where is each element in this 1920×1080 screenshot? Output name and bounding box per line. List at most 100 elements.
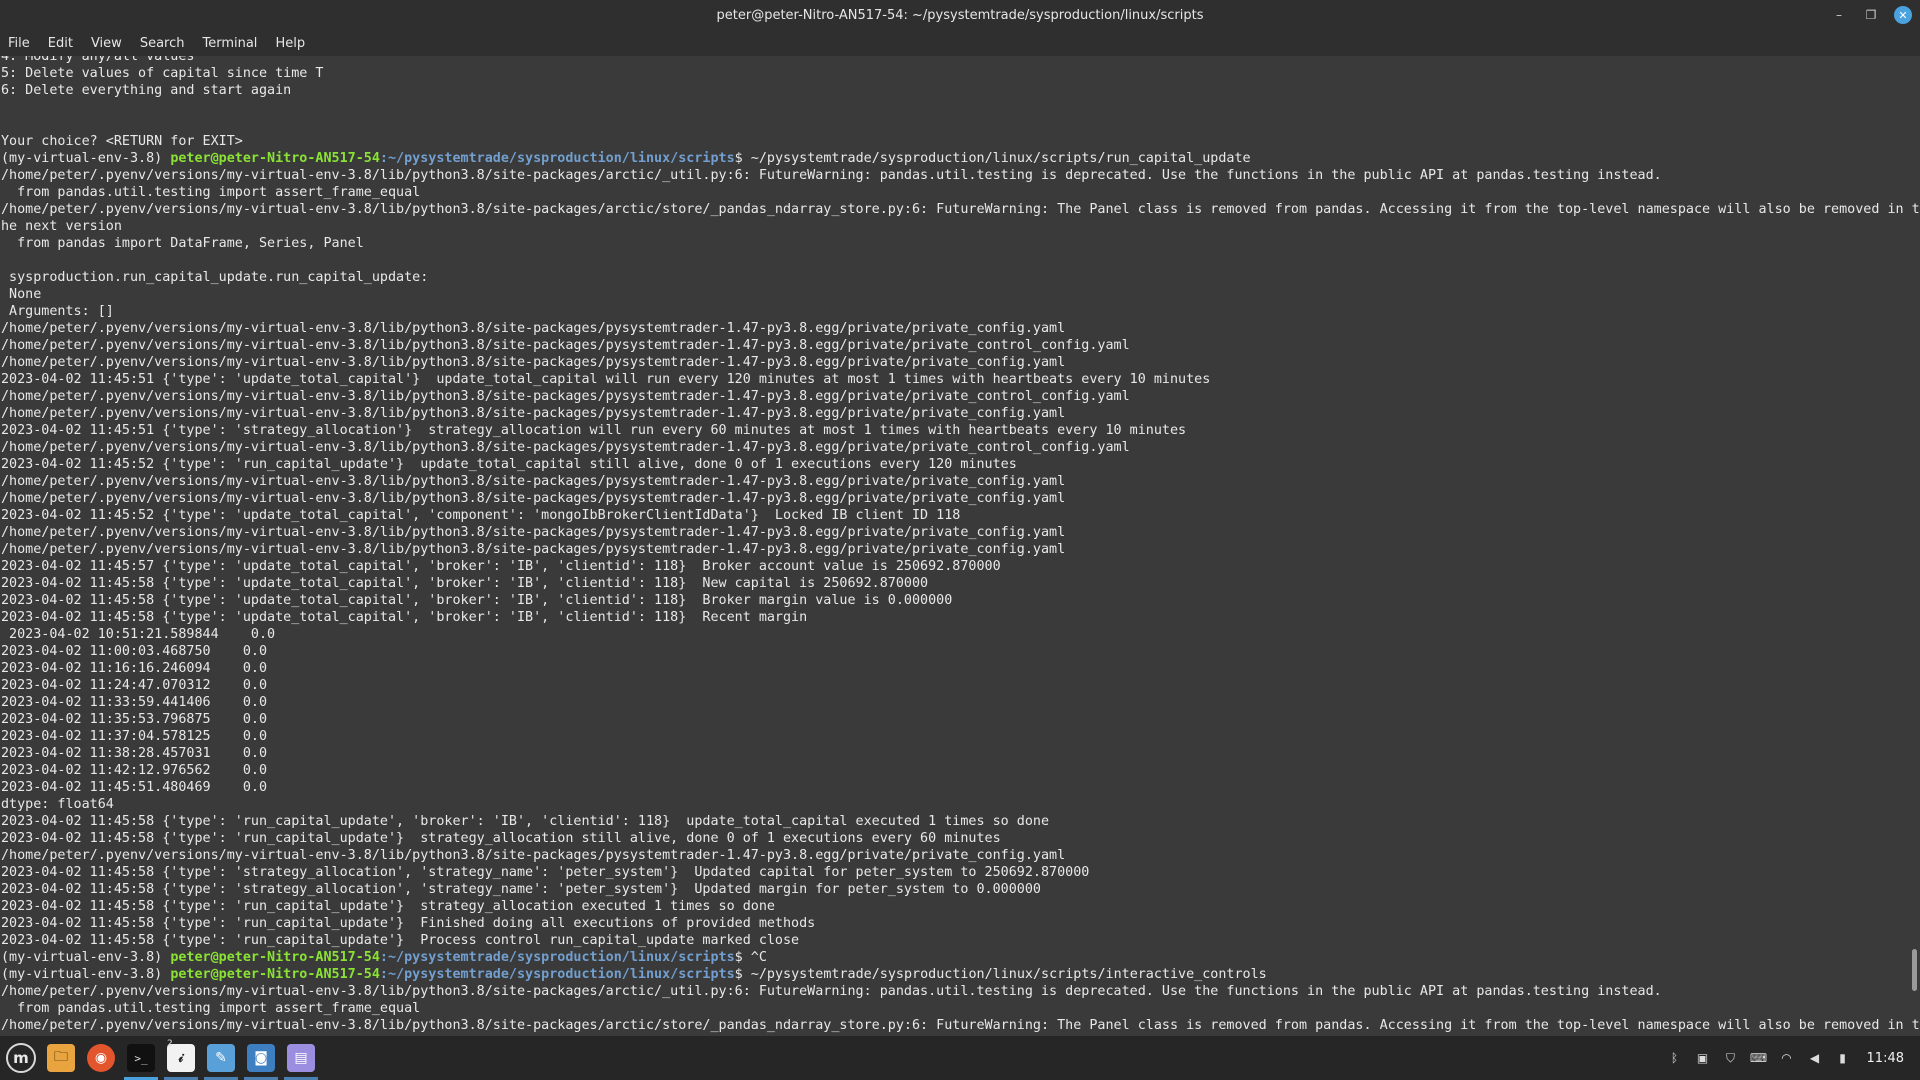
menu-view[interactable]: View [91, 36, 122, 51]
prompt-userhost: peter@peter-Nitro-AN517-54 [170, 151, 380, 166]
output-line: he next version [1, 219, 122, 234]
output-line: /home/peter/.pyenv/versions/my-virtual-e… [1, 525, 1066, 540]
prompt-dollar: $ [734, 151, 751, 166]
output-line: 4: Modify any/all values [1, 56, 195, 64]
minimize-icon[interactable]: – [1830, 6, 1848, 24]
taskbar-app-files[interactable]: 🗀 [42, 1036, 80, 1080]
output-line: dtype: float64 [1, 797, 114, 812]
output-line: /home/peter/.pyenv/versions/my-virtual-e… [1, 389, 1130, 404]
menu-search[interactable]: Search [140, 36, 185, 51]
taskbar-app-text-editor[interactable]: ✎ [202, 1036, 240, 1080]
wifi-icon[interactable]: ◠ [1779, 1050, 1795, 1066]
output-line: 2023-04-02 11:16:16.246094 0.0 [1, 661, 268, 676]
prompt-path: :~/pysystemtrade/sysproduction/linux/scr… [379, 151, 735, 166]
clipboard-icon[interactable]: ▣ [1695, 1050, 1711, 1066]
window-title: peter@peter-Nitro-AN517-54: ~/pysystemtr… [716, 7, 1204, 23]
output-line: /home/peter/.pyenv/versions/my-virtual-e… [1, 474, 1066, 489]
output-line: 2023-04-02 11:37:04.578125 0.0 [1, 729, 268, 744]
output-line: /home/peter/.pyenv/versions/my-virtual-e… [1, 1018, 1920, 1033]
output-line: 2023-04-02 11:24:47.070312 0.0 [1, 678, 268, 693]
output-line: from pandas.util.testing import assert_f… [1, 185, 421, 200]
command-text: ~/pysystemtrade/sysproduction/linux/scri… [750, 967, 1267, 982]
title-bar[interactable]: peter@peter-Nitro-AN517-54: ~/pysystemtr… [0, 0, 1920, 30]
keyboard-icon[interactable]: ⌨ [1750, 1050, 1767, 1066]
terminal-lines: 4: Modify any/all values 5: Delete values… [0, 56, 1920, 1034]
prompt-line: (my-virtual-env-3.8) peter@peter-Nitro-A… [1, 966, 1920, 983]
close-icon[interactable]: ✕ [1894, 6, 1912, 24]
output-line: /home/peter/.pyenv/versions/my-virtual-e… [1, 338, 1130, 353]
output-line: 2023-04-02 11:45:58 {'type': 'run_capita… [1, 831, 1001, 846]
output-line: 2023-04-02 11:35:53.796875 0.0 [1, 712, 268, 727]
battery-icon[interactable]: ▮ [1835, 1050, 1851, 1066]
prompt-userhost: peter@peter-Nitro-AN517-54 [170, 950, 380, 965]
window-count-badge: 2 [167, 1039, 173, 1049]
output-line: 2023-04-02 11:45:58 {'type': 'run_capita… [1, 916, 816, 931]
output-line: /home/peter/.pyenv/versions/my-virtual-e… [1, 355, 1066, 370]
output-line: 2023-04-02 11:45:51 {'type': 'update_tot… [1, 372, 1211, 387]
output-line: /home/peter/.pyenv/versions/my-virtual-e… [1, 984, 1662, 999]
files-icon: 🗀 [47, 1044, 75, 1072]
volume-icon[interactable]: ◀ [1807, 1050, 1823, 1066]
output-line: from pandas import DataFrame, Series, Pa… [1, 236, 364, 251]
menu-bar: File Edit View Search Terminal Help [0, 30, 1920, 56]
output-line: 2023-04-02 11:45:51.480469 0.0 [1, 780, 268, 795]
menu-terminal[interactable]: Terminal [202, 36, 257, 51]
maximize-icon[interactable]: ❐ [1862, 6, 1880, 24]
output-line: 2023-04-02 11:45:58 {'type': 'run_capita… [1, 899, 775, 914]
bluetooth-icon[interactable]: ᛒ [1667, 1050, 1683, 1066]
taskbar-app-firefox[interactable]: ◉ [82, 1036, 120, 1080]
taskbar-app-terminal[interactable]: >_ [122, 1036, 160, 1080]
prompt-env: (my-virtual-env-3.8) [1, 950, 171, 965]
prompt-env: (my-virtual-env-3.8) [1, 151, 171, 166]
main-menu-button[interactable]: m [2, 1036, 40, 1080]
output-line: 2023-04-02 11:45:58 {'type': 'update_tot… [1, 593, 953, 608]
firefox-icon: ◉ [87, 1044, 115, 1072]
output-line: sysproduction.run_capital_update.run_cap… [1, 270, 429, 285]
output-line: /home/peter/.pyenv/versions/my-virtual-e… [1, 491, 1066, 506]
menu-file[interactable]: File [8, 36, 30, 51]
prompt-line: (my-virtual-env-3.8) peter@peter-Nitro-A… [1, 949, 1920, 966]
scrollbar-thumb[interactable] [1912, 949, 1917, 991]
output-line: 2023-04-02 11:45:51 {'type': 'strategy_a… [1, 423, 1187, 438]
terminal-icon: >_ [127, 1044, 155, 1072]
output-line: 2023-04-02 11:00:03.468750 0.0 [1, 644, 268, 659]
output-line: 2023-04-02 11:45:58 {'type': 'strategy_a… [1, 882, 1041, 897]
output-line: 2023-04-02 11:45:52 {'type': 'update_tot… [1, 508, 961, 523]
output-line: /home/peter/.pyenv/versions/my-virtual-e… [1, 406, 1066, 421]
menu-help[interactable]: Help [275, 36, 305, 51]
output-line: /home/peter/.pyenv/versions/my-virtual-e… [1, 542, 1066, 557]
terminal-output[interactable]: 4: Modify any/all values 5: Delete values… [0, 56, 1920, 1036]
taskbar-app-notes[interactable]: ▤ [282, 1036, 320, 1080]
taskbar: m 🗀 ◉ >_ 2 𝒾 ✎ ◙ ▤ [0, 1036, 1920, 1080]
mint-menu-icon: m [6, 1043, 36, 1073]
prompt-userhost: peter@peter-Nitro-AN517-54 [170, 967, 380, 982]
prompt-path: :~/pysystemtrade/sysproduction/linux/scr… [379, 950, 735, 965]
output-line: 2023-04-02 11:45:58 {'type': 'update_tot… [1, 610, 808, 625]
taskbar-app-screenshot[interactable]: ◙ [242, 1036, 280, 1080]
output-line: 2023-04-02 11:45:57 {'type': 'update_tot… [1, 559, 1001, 574]
output-line: /home/peter/.pyenv/versions/my-virtual-e… [1, 440, 1130, 455]
output-line: 2023-04-02 11:45:52 {'type': 'run_capita… [1, 457, 1017, 472]
shield-icon[interactable]: ⛉ [1723, 1050, 1739, 1066]
window-controls: – ❐ ✕ [1830, 0, 1912, 30]
output-line: /home/peter/.pyenv/versions/my-virtual-e… [1, 202, 1920, 217]
prompt-dollar: $ [734, 967, 751, 982]
taskbar-launchers: m 🗀 ◉ >_ 2 𝒾 ✎ ◙ ▤ [0, 1036, 320, 1080]
command-text: ^C [750, 950, 767, 965]
text-editor-icon: ✎ [207, 1044, 235, 1072]
terminal-window: peter@peter-Nitro-AN517-54: ~/pysystemtr… [0, 0, 1920, 1036]
menu-edit[interactable]: Edit [48, 36, 73, 51]
output-line: 6: Delete everything and start again [1, 83, 292, 98]
output-line: 2023-04-02 11:33:59.441406 0.0 [1, 695, 268, 710]
screenshot-icon: ◙ [247, 1044, 275, 1072]
system-tray: ᛒ ▣ ⛉ ⌨ ◠ ◀ ▮ 11:48 [1667, 1036, 1904, 1080]
output-line: 2023-04-02 11:38:28.457031 0.0 [1, 746, 268, 761]
output-line: Arguments: [] [1, 304, 114, 319]
clock[interactable]: 11:48 [1867, 1051, 1904, 1066]
output-line: /home/peter/.pyenv/versions/my-virtual-e… [1, 848, 1066, 863]
taskbar-app-inkscape[interactable]: 2𝒾 [162, 1036, 200, 1080]
output-line: 2023-04-02 11:45:58 {'type': 'run_capita… [1, 933, 800, 948]
